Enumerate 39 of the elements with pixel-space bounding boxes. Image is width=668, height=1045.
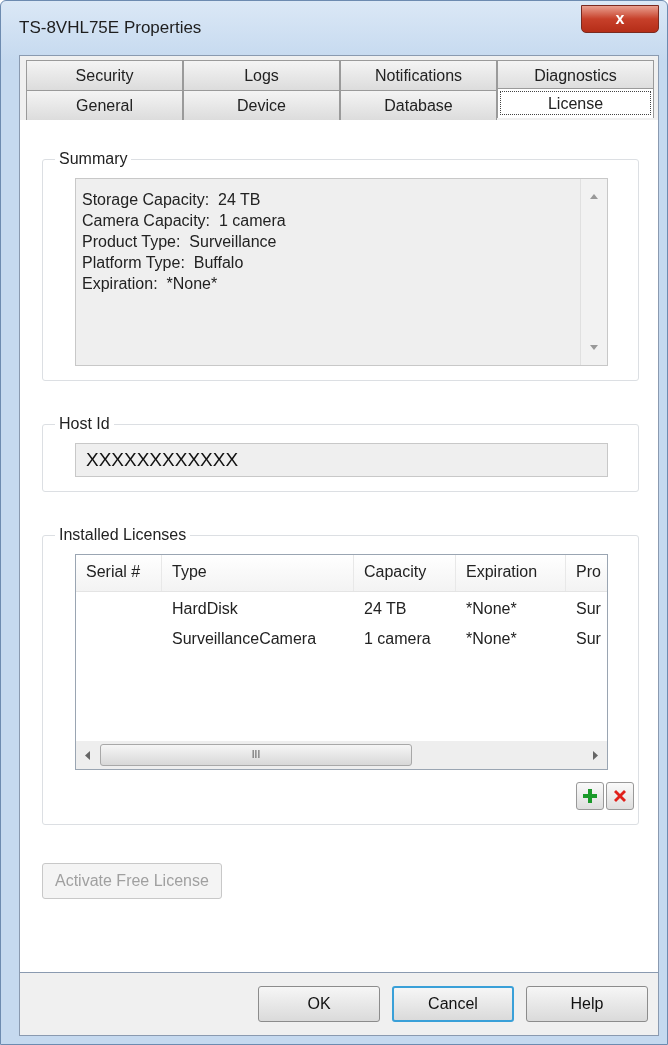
tab[interactable]: Device [183,90,340,120]
dialog-button[interactable]: Help [526,986,648,1022]
summary-line: Storage Capacity: 24 TB [82,190,262,210]
table-cell: 1 camera [364,630,431,647]
table-cell: HardDisk [172,600,238,617]
tab[interactable]: Diagnostics [497,60,654,90]
summary-line: Expiration: *None* [82,274,219,294]
dialog-button[interactable]: OK [258,986,380,1022]
tab[interactable]: Database [340,90,497,120]
summary-line: Product Type: Surveillance [82,232,278,252]
horizontal-scrollbar[interactable]: III [76,741,607,769]
host-id-field[interactable]: XXXXXXXXXXXX [75,443,608,477]
tab[interactable]: Logs [183,60,340,90]
summary-line: Platform Type: Buffalo [82,253,245,273]
table-cell: *None* [466,600,517,617]
group-title: Host Id [58,415,111,433]
close-button[interactable]: x [581,5,659,33]
dialog-button[interactable]: Cancel [392,986,514,1022]
group-title: Summary [58,150,129,168]
group-title: Installed Licenses [58,526,188,544]
tab[interactable]: License [497,88,654,118]
summary-line: Camera Capacity: 1 camera [82,211,287,231]
tab[interactable]: General [26,90,183,120]
window-title: TS-8VHL75E Properties [19,18,202,38]
table-cell: *None* [466,630,517,647]
column-header[interactable]: Capacity [354,555,456,591]
table-cell: 24 TB [364,600,407,617]
table-cell: Sur [576,630,601,647]
license-list[interactable]: Serial # Type Capacity Expiration Pro HardDisk 24 TB *None* Sur SurveillanceCamera 1 camera *None* Sur III [75,554,608,770]
column-header[interactable]: Serial # [76,555,162,591]
summary-text-area[interactable]: Storage Capacity: 24 TB Camera Capacity: 1 camera Product Type: Surveillance Platform Type: Buffalo Expiration: *None* [75,178,608,366]
scroll-thumb[interactable]: III [100,744,412,766]
table-cell: Sur [576,600,601,617]
table-cell: SurveillanceCamera [172,630,317,647]
tab[interactable]: Notifications [340,60,497,90]
column-header[interactable]: Expiration [456,555,566,591]
column-header[interactable]: Pro [566,555,607,591]
tab[interactable]: Security [26,60,183,90]
column-header[interactable]: Type [162,555,354,591]
